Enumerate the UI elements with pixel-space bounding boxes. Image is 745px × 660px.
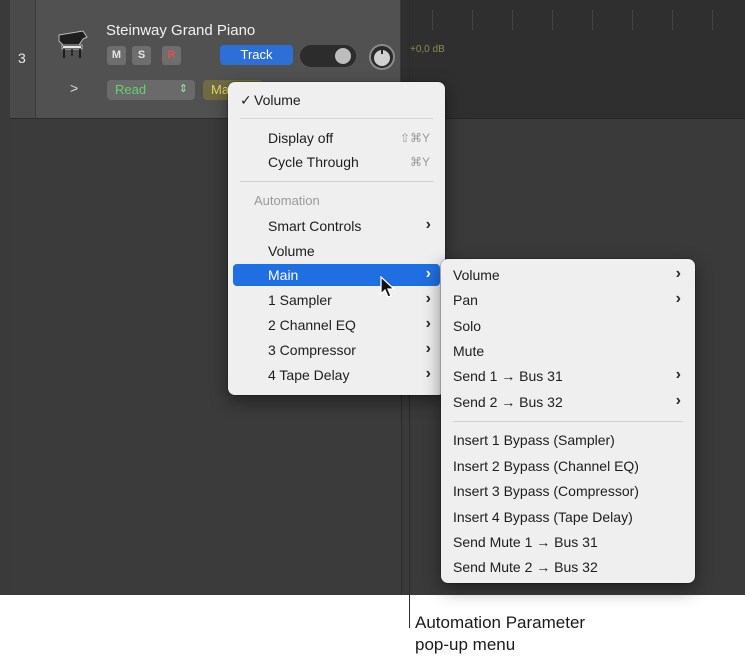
automation-mode-popup[interactable]: Read ⇕ bbox=[107, 80, 195, 100]
timeline-ruler[interactable] bbox=[402, 0, 745, 31]
chevron-right-icon: › bbox=[425, 290, 431, 307]
callout-line-2: pop-up menu bbox=[415, 635, 516, 654]
automation-parameter-menu: ✓ Volume Display off ⇧⌘Y Cycle Through ⌘… bbox=[228, 82, 445, 395]
submenu-item-insert-2-bypass[interactable]: Insert 2 Bypass (Channel EQ) bbox=[446, 455, 690, 477]
menu-item-3-compressor[interactable]: 3 Compressor › bbox=[233, 339, 440, 361]
chevron-right-icon: › bbox=[675, 265, 681, 282]
menu-item-display-off[interactable]: Display off ⇧⌘Y bbox=[233, 127, 440, 149]
callout-caption: Automation Parameter pop-up menu bbox=[415, 612, 585, 656]
chevron-right-icon: › bbox=[425, 365, 431, 382]
submenu-item-send-2[interactable]: Send 2 → Bus 32 › bbox=[446, 391, 690, 413]
menu-item-main[interactable]: Main › bbox=[233, 264, 440, 286]
chevron-right-icon: › bbox=[675, 290, 681, 307]
menu-separator bbox=[240, 118, 433, 119]
grand-piano-icon bbox=[58, 30, 88, 58]
shortcut-label: ⇧⌘Y bbox=[399, 131, 430, 145]
chevron-right-icon: › bbox=[675, 366, 681, 383]
submenu-item-insert-1-bypass[interactable]: Insert 1 Bypass (Sampler) bbox=[446, 429, 690, 451]
solo-button[interactable]: S bbox=[132, 46, 151, 65]
mouse-pointer-icon bbox=[380, 276, 396, 298]
menu-item-cycle-through[interactable]: Cycle Through ⌘Y bbox=[233, 151, 440, 173]
submenu-item-mute[interactable]: Mute bbox=[446, 340, 690, 362]
menu-item-1-sampler[interactable]: 1 Sampler › bbox=[233, 289, 440, 311]
track-number: 3 bbox=[18, 50, 26, 66]
menu-item-smart-controls[interactable]: Smart Controls › bbox=[233, 215, 440, 237]
menu-separator bbox=[453, 421, 683, 422]
chevron-right-icon: › bbox=[425, 265, 431, 282]
track-number-cell: 3 bbox=[10, 0, 36, 118]
automation-mode-label: Read bbox=[115, 82, 147, 97]
updown-arrows-icon: ⇕ bbox=[178, 83, 188, 95]
chevron-right-icon: › bbox=[425, 315, 431, 332]
track-name[interactable]: Steinway Grand Piano bbox=[106, 22, 255, 39]
menu-item-volume-checked[interactable]: ✓ Volume bbox=[233, 89, 440, 111]
menu-item-2-channel-eq[interactable]: 2 Channel EQ › bbox=[233, 314, 440, 336]
submenu-item-send-1[interactable]: Send 1 → Bus 31 › bbox=[446, 365, 690, 387]
menu-item-volume[interactable]: Volume bbox=[233, 240, 440, 262]
track-toggle[interactable] bbox=[300, 45, 356, 67]
shortcut-label: ⌘Y bbox=[409, 155, 430, 169]
menu-separator bbox=[240, 181, 433, 182]
submenu-item-pan[interactable]: Pan › bbox=[446, 289, 690, 311]
track-on-button[interactable]: Track bbox=[220, 45, 293, 65]
track-lane[interactable]: +0,0 dB bbox=[402, 30, 745, 119]
chevron-right-icon: › bbox=[675, 392, 681, 409]
submenu-item-send-mute-2[interactable]: Send Mute 2 → Bus 32 bbox=[446, 556, 690, 578]
region-gain-label: +0,0 dB bbox=[410, 44, 445, 55]
main-submenu: Volume › Pan › Solo Mute Send 1 → Bus 31… bbox=[441, 259, 695, 583]
disclosure-chevron-icon[interactable]: > bbox=[70, 80, 78, 96]
submenu-item-insert-3-bypass[interactable]: Insert 3 Bypass (Compressor) bbox=[446, 480, 690, 502]
chevron-right-icon: › bbox=[425, 340, 431, 357]
submenu-item-insert-4-bypass[interactable]: Insert 4 Bypass (Tape Delay) bbox=[446, 506, 690, 528]
checkmark-icon: ✓ bbox=[240, 92, 252, 108]
menu-section-header-automation: Automation bbox=[254, 193, 320, 208]
callout-line-1: Automation Parameter bbox=[415, 613, 586, 632]
mute-button[interactable]: M bbox=[107, 46, 126, 65]
submenu-item-solo[interactable]: Solo bbox=[446, 315, 690, 337]
record-enable-button[interactable]: R bbox=[162, 46, 181, 65]
menu-item-4-tape-delay[interactable]: 4 Tape Delay › bbox=[233, 364, 440, 386]
volume-knob[interactable] bbox=[368, 43, 396, 71]
chevron-right-icon: › bbox=[425, 216, 431, 233]
submenu-item-volume[interactable]: Volume › bbox=[446, 264, 690, 286]
submenu-item-send-mute-1[interactable]: Send Mute 1 → Bus 31 bbox=[446, 531, 690, 553]
